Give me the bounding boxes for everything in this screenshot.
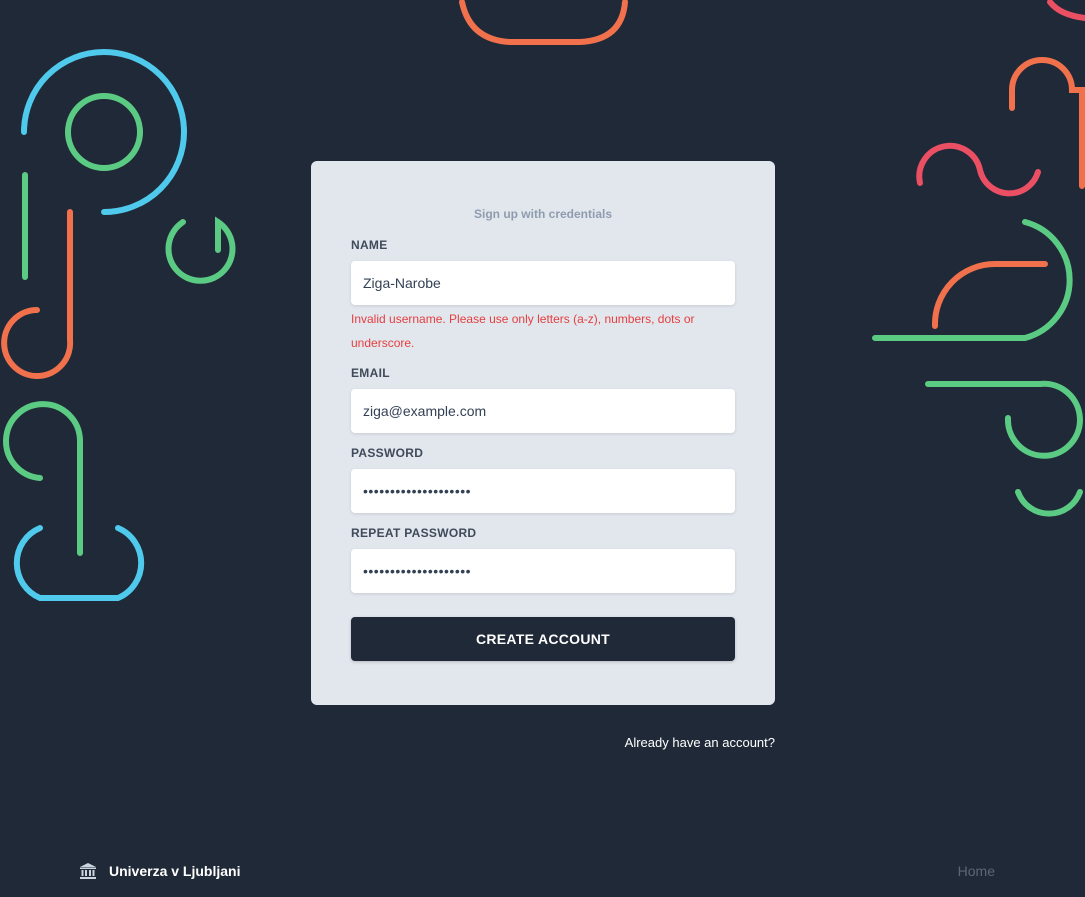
email-label: EMAIL xyxy=(351,366,390,380)
footer-brand-link[interactable]: Univerza v Ljubljani xyxy=(79,862,240,880)
signup-card: Sign up with credentials NAME Invalid us… xyxy=(311,161,775,705)
footer-home-link[interactable]: Home xyxy=(958,863,995,879)
repeat-password-label: REPEAT PASSWORD xyxy=(351,526,477,540)
name-label: NAME xyxy=(351,238,388,252)
email-input[interactable] xyxy=(351,389,735,433)
footer-brand-label: Univerza v Ljubljani xyxy=(109,863,241,879)
create-account-button[interactable]: CREATE ACCOUNT xyxy=(351,617,735,661)
institution-icon xyxy=(79,862,97,880)
signup-title: Sign up with credentials xyxy=(473,207,613,221)
repeat-password-input[interactable] xyxy=(351,549,735,593)
already-have-account-link[interactable]: Already have an account? xyxy=(560,735,775,750)
name-input[interactable] xyxy=(351,261,735,305)
name-error-message: Invalid username. Please use only letter… xyxy=(351,312,695,350)
password-label: PASSWORD xyxy=(351,446,424,460)
password-input[interactable] xyxy=(351,469,735,513)
